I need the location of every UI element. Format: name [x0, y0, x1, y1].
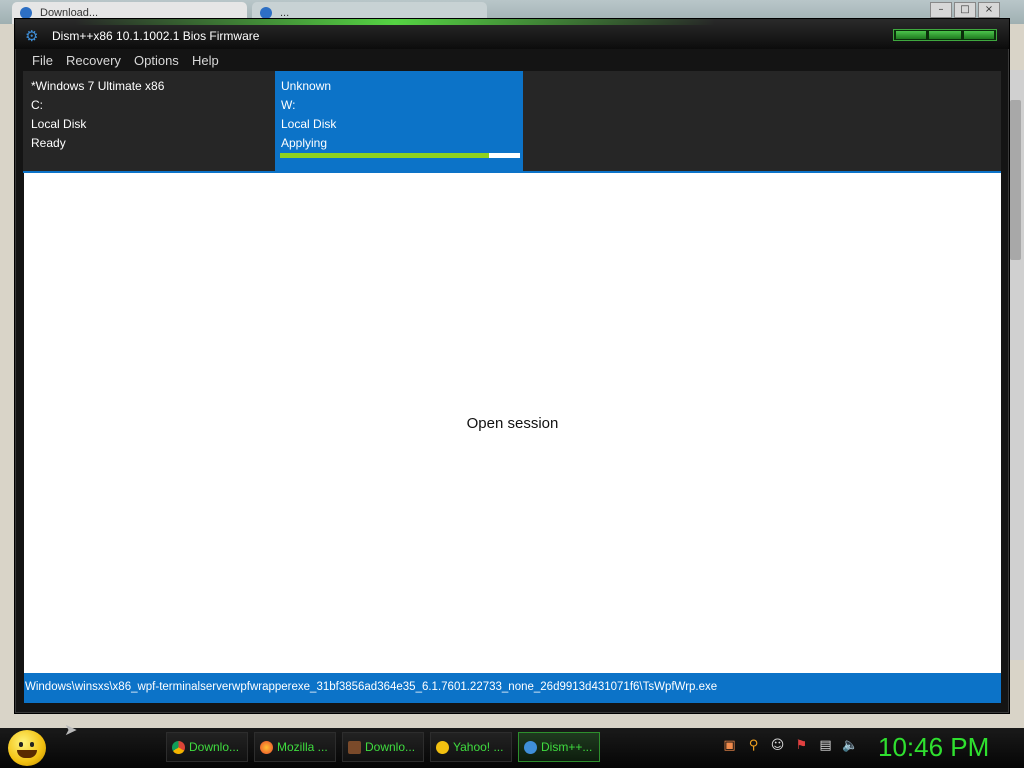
maximize-button[interactable]: □	[954, 2, 976, 18]
progress-fill	[280, 153, 489, 158]
flag-icon[interactable]: ⚑	[794, 738, 809, 753]
minimize-button[interactable]	[896, 31, 926, 39]
taskbar-item-download[interactable]: Downlo...	[342, 732, 424, 762]
status-bar: Windows\winsxs\x86_wpf-terminalserverwpf…	[24, 673, 1001, 703]
scrollbar-thumb[interactable]	[1010, 100, 1021, 260]
chrome-icon	[172, 741, 185, 754]
window-title: Dism++x86 10.1.1002.1 Bios Firmware	[52, 29, 260, 43]
session-card-unknown[interactable]: Unknown W: Local Disk Applying	[275, 71, 523, 171]
menu-options[interactable]: Options	[134, 53, 179, 68]
session-drive: W:	[281, 98, 296, 112]
session-status: Applying	[281, 136, 328, 150]
search-icon[interactable]: ⚲	[746, 738, 761, 753]
session-drive: C:	[31, 98, 43, 112]
session-name: *Windows 7 Ultimate x86	[31, 79, 165, 93]
taskbar-item-firefox[interactable]: Mozilla ...	[254, 732, 336, 762]
title-bar[interactable]: ⚙ Dism++x86 10.1.1002.1 Bios Firmware	[15, 19, 1009, 49]
network-icon[interactable]: ▤	[818, 738, 833, 753]
taskbar-item-label: Downlo...	[365, 740, 416, 754]
taskbar: ➤ Downlo... Mozilla ... Downlo... Yahoo!…	[0, 720, 1024, 768]
clock[interactable]: 10:46 PM	[878, 732, 989, 763]
gear-icon: ⚙	[25, 27, 39, 45]
smiley-mouth	[17, 750, 37, 758]
gear-icon	[524, 741, 537, 754]
session-list: *Windows 7 Ultimate x86 C: Local Disk Re…	[23, 71, 1001, 171]
taskbar-item-yahoo[interactable]: Yahoo! ...	[430, 732, 512, 762]
session-card-windows7[interactable]: *Windows 7 Ultimate x86 C: Local Disk Re…	[25, 71, 273, 171]
volume-icon[interactable]: 🔈	[842, 738, 858, 753]
close-button[interactable]	[964, 31, 994, 39]
session-disk-type: Local Disk	[281, 117, 337, 131]
taskbar-item-label: Downlo...	[189, 740, 240, 754]
status-path: Windows\winsxs\x86_wpf-terminalserverwpf…	[25, 681, 718, 693]
taskbar-item-label: Yahoo! ...	[453, 740, 504, 754]
taskbar-item-chrome[interactable]: Downlo...	[166, 732, 248, 762]
taskbar-item-label: Dism++...	[541, 740, 593, 754]
download-icon	[348, 741, 361, 754]
mouse-cursor-icon: ➤	[64, 720, 78, 739]
menu-bar: File Recovery Options Help	[23, 51, 1001, 71]
start-button[interactable]	[8, 730, 46, 766]
firefox-icon	[260, 741, 273, 754]
app-tray-icon[interactable]: ▣	[722, 738, 737, 753]
smiley-eyes	[19, 742, 35, 747]
session-disk-type: Local Disk	[31, 117, 87, 131]
close-button[interactable]: ×	[978, 2, 1000, 18]
session-status: Ready	[31, 136, 66, 150]
minimize-button[interactable]: –	[930, 2, 952, 18]
content-area: Open session	[24, 173, 1001, 673]
taskbar-item-label: Mozilla ...	[277, 740, 328, 754]
taskbar-item-dism[interactable]: Dism++...	[518, 732, 600, 762]
menu-file[interactable]: File	[32, 53, 53, 68]
menu-help[interactable]: Help	[192, 53, 219, 68]
open-session-message: Open session	[466, 415, 559, 432]
menu-recovery[interactable]: Recovery	[66, 53, 121, 68]
session-name: Unknown	[281, 79, 332, 93]
window-controls	[893, 29, 997, 41]
title-glow-decoration	[75, 19, 715, 25]
apply-progress-bar	[280, 153, 520, 158]
yahoo-icon	[436, 741, 449, 754]
dism-window: ⚙ Dism++x86 10.1.1002.1 Bios Firmware Fi…	[14, 18, 1010, 714]
maximize-button[interactable]	[929, 31, 961, 39]
messenger-icon[interactable]: ☺	[770, 738, 785, 753]
